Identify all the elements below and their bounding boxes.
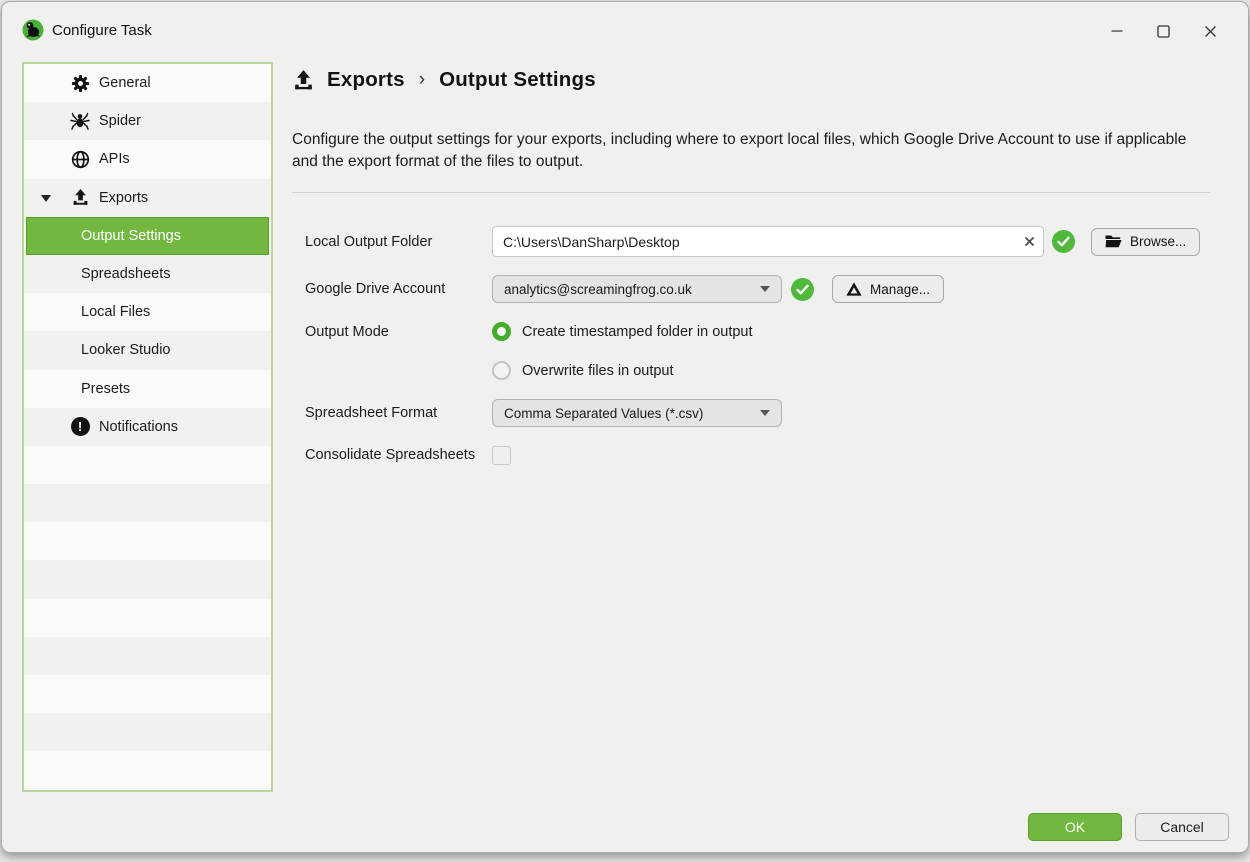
sidebar-item-looker-studio[interactable]: Looker Studio bbox=[24, 331, 271, 369]
consolidate-spreadsheets-checkbox[interactable] bbox=[492, 446, 511, 465]
consolidate-spreadsheets-label: Consolidate Spreadsheets bbox=[305, 447, 492, 463]
google-drive-account-label: Google Drive Account bbox=[305, 281, 492, 297]
divider bbox=[292, 192, 1210, 193]
sidebar-item-label: Notifications bbox=[24, 419, 178, 435]
sidebar-empty-row bbox=[24, 637, 271, 675]
spreadsheet-format-label: Spreadsheet Format bbox=[305, 405, 492, 421]
sidebar-empty-row bbox=[24, 713, 271, 751]
local-output-folder-field-wrap bbox=[492, 226, 1044, 257]
close-button[interactable] bbox=[1187, 15, 1234, 47]
radio-timestamped-folder-label[interactable]: Create timestamped folder in output bbox=[522, 324, 753, 340]
browse-button-label: Browse... bbox=[1130, 234, 1186, 249]
export-icon bbox=[292, 69, 315, 92]
minimize-icon bbox=[1111, 25, 1123, 37]
minimize-button[interactable] bbox=[1093, 15, 1140, 47]
sidebar-item-label: Output Settings bbox=[26, 228, 181, 244]
cancel-button[interactable]: Cancel bbox=[1135, 813, 1229, 841]
output-mode-row-2: Overwrite files in output bbox=[305, 360, 674, 381]
export-icon bbox=[70, 188, 90, 208]
alert-icon: ! bbox=[70, 417, 90, 437]
sidebar-item-exports[interactable]: Exports bbox=[24, 179, 271, 217]
spider-icon bbox=[70, 111, 90, 131]
sidebar-item-spider[interactable]: Spider bbox=[24, 102, 271, 140]
configure-task-dialog: Configure Task bbox=[1, 1, 1249, 853]
chevron-down-icon bbox=[760, 410, 770, 416]
breadcrumb-output-settings: Output Settings bbox=[439, 68, 596, 92]
local-output-folder-label: Local Output Folder bbox=[305, 234, 492, 250]
sidebar-empty-row bbox=[24, 599, 271, 637]
google-drive-account-value: analytics@screamingfrog.co.uk bbox=[504, 282, 692, 297]
sidebar-item-apis[interactable]: APIs bbox=[24, 140, 271, 178]
sidebar-item-label: Local Files bbox=[24, 304, 150, 320]
maximize-icon bbox=[1157, 25, 1170, 38]
manage-button-label: Manage... bbox=[870, 282, 930, 297]
window-title: Configure Task bbox=[52, 22, 152, 39]
sidebar-empty-row bbox=[24, 446, 271, 484]
sidebar-empty-row bbox=[24, 560, 271, 598]
chevron-down-icon[interactable] bbox=[41, 195, 51, 202]
breadcrumb-exports[interactable]: Exports bbox=[327, 68, 405, 92]
sidebar-item-label: Presets bbox=[24, 381, 130, 397]
manage-button[interactable]: Manage... bbox=[832, 275, 944, 303]
output-mode-label: Output Mode bbox=[305, 324, 492, 340]
sidebar-empty-row bbox=[24, 751, 271, 789]
sidebar-item-notifications[interactable]: ! Notifications bbox=[24, 408, 271, 446]
folder-open-icon bbox=[1105, 235, 1122, 248]
browse-button[interactable]: Browse... bbox=[1091, 228, 1200, 256]
sidebar-item-local-files[interactable]: Local Files bbox=[24, 293, 271, 331]
page-description: Configure the output settings for your e… bbox=[292, 129, 1210, 172]
radio-overwrite-files-label[interactable]: Overwrite files in output bbox=[522, 363, 674, 379]
sidebar-item-presets[interactable]: Presets bbox=[24, 370, 271, 408]
google-drive-account-row: Google Drive Account analytics@screaming… bbox=[305, 275, 944, 303]
page-title: Exports › Output Settings bbox=[292, 68, 596, 92]
google-drive-account-select[interactable]: analytics@screamingfrog.co.uk bbox=[492, 275, 782, 303]
valid-check-icon bbox=[1052, 230, 1075, 253]
globe-icon bbox=[70, 149, 90, 169]
radio-overwrite-files[interactable] bbox=[492, 361, 511, 380]
clear-input-icon[interactable] bbox=[1024, 236, 1035, 247]
output-mode-row: Output Mode Create timestamped folder in… bbox=[305, 321, 753, 342]
close-icon bbox=[1204, 25, 1217, 38]
sidebar-item-general[interactable]: General bbox=[24, 64, 271, 102]
valid-check-icon bbox=[791, 278, 814, 301]
spreadsheet-format-select[interactable]: Comma Separated Values (*.csv) bbox=[492, 399, 782, 427]
google-drive-icon bbox=[846, 282, 862, 296]
gear-icon bbox=[70, 73, 90, 93]
sidebar-item-spreadsheets[interactable]: Spreadsheets bbox=[24, 255, 271, 293]
sidebar-empty-row bbox=[24, 675, 271, 713]
sidebar-item-label: Looker Studio bbox=[24, 342, 170, 358]
chevron-down-icon bbox=[760, 286, 770, 292]
screaming-frog-logo-icon bbox=[22, 19, 44, 41]
sidebar-item-label: Spreadsheets bbox=[24, 266, 170, 282]
consolidate-spreadsheets-row: Consolidate Spreadsheets bbox=[305, 445, 511, 465]
title-bar: Configure Task bbox=[2, 2, 1248, 58]
sidebar-empty-row bbox=[24, 484, 271, 522]
window-controls bbox=[1093, 15, 1234, 47]
settings-sidebar: General Spider bbox=[22, 62, 273, 792]
local-output-folder-input[interactable] bbox=[492, 226, 1044, 257]
spreadsheet-format-value: Comma Separated Values (*.csv) bbox=[504, 406, 703, 421]
breadcrumb-separator: › bbox=[419, 69, 425, 91]
sidebar-item-output-settings[interactable]: Output Settings bbox=[26, 217, 269, 255]
spreadsheet-format-row: Spreadsheet Format Comma Separated Value… bbox=[305, 399, 782, 427]
maximize-button[interactable] bbox=[1140, 15, 1187, 47]
radio-timestamped-folder[interactable] bbox=[492, 322, 511, 341]
ok-button[interactable]: OK bbox=[1028, 813, 1122, 841]
local-output-folder-row: Local Output Folder Browse... bbox=[305, 226, 1200, 257]
sidebar-empty-row bbox=[24, 522, 271, 560]
